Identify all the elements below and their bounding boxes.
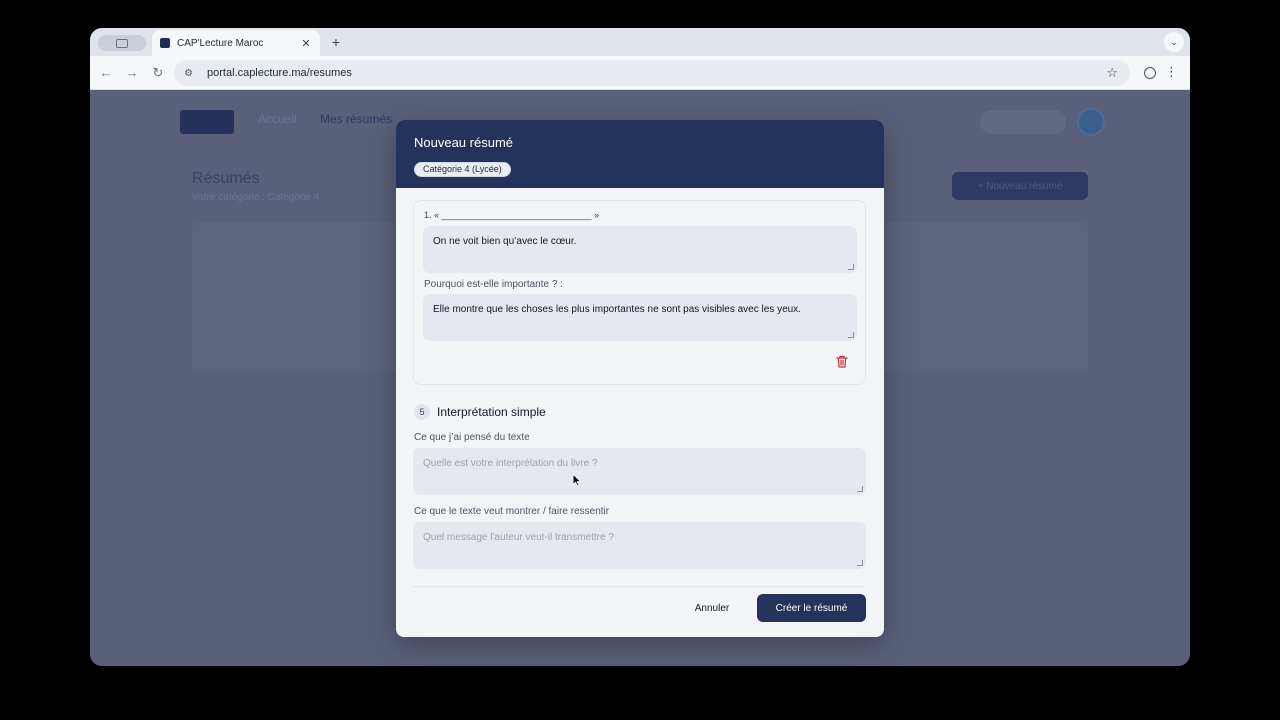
tab-title: CAP'Lecture Maroc	[177, 37, 264, 49]
modal-header: Nouveau résumé Catégorie 4 (Lycée)	[396, 120, 884, 188]
create-summary-button[interactable]: Créer le résumé	[757, 594, 866, 622]
bookmark-star-icon[interactable]: ☆	[1106, 65, 1118, 81]
avatar	[1077, 108, 1105, 136]
quote-label: 1. « ______________________________ »	[424, 210, 600, 220]
resize-handle-icon[interactable]	[857, 486, 863, 492]
interpretation-textarea[interactable]: Quelle est votre interprétation du livre…	[413, 448, 866, 495]
thoughts-label: Ce que j’ai pensé du texte	[414, 432, 530, 443]
message-placeholder: Quel message l'auteur veut-il transmettr…	[423, 532, 614, 543]
footer-divider	[413, 586, 866, 587]
tab-switcher-icon	[116, 38, 128, 48]
new-summary-button-bg: + Nouveau résumé	[952, 172, 1088, 200]
quote-text: On ne voit bien qu’avec le cœur.	[433, 236, 577, 247]
trash-icon[interactable]	[836, 355, 848, 368]
user-pill	[980, 110, 1066, 134]
site-logo	[180, 110, 234, 134]
resize-handle-icon[interactable]	[857, 560, 863, 566]
address-bar[interactable]: ⚙ portal.caplecture.ma/resumes	[174, 60, 1130, 86]
cancel-button[interactable]: Annuler	[680, 594, 744, 622]
tab-list-button[interactable]: ⌄	[1164, 32, 1184, 52]
page-title: Résumés	[192, 170, 260, 187]
back-icon[interactable]: ←	[98, 65, 114, 81]
new-summary-modal: Nouveau résumé Catégorie 4 (Lycée) 1. « …	[396, 120, 884, 637]
category-badge: Catégorie 4 (Lycée)	[414, 162, 511, 177]
section-title: Interprétation simple	[437, 405, 546, 419]
new-tab-button[interactable]: +	[328, 34, 344, 50]
browser-menu-icon[interactable]: ⋮	[1165, 64, 1178, 80]
close-icon[interactable]: ✕	[300, 37, 312, 50]
reload-icon[interactable]: ↻	[150, 65, 166, 81]
mouse-cursor-icon	[572, 473, 582, 487]
nav-home: Accueil	[258, 112, 297, 126]
resize-handle-icon[interactable]	[848, 332, 854, 338]
why-label: Pourquoi est-elle importante ? :	[424, 279, 563, 290]
modal-title: Nouveau résumé	[414, 135, 513, 150]
forward-icon[interactable]: →	[124, 65, 140, 81]
tab-search-button[interactable]	[98, 35, 146, 51]
quote-item-card: 1. « ______________________________ » On…	[413, 200, 866, 385]
message-label: Ce que le texte veut montrer / faire res…	[414, 506, 610, 517]
browser-toolbar: ← → ↻ ⚙ portal.caplecture.ma/resumes ☆ ⋮	[90, 56, 1190, 90]
page-subtitle: Votre catégorie : Catégorie 4	[192, 192, 320, 203]
section-number: 5	[414, 404, 430, 420]
interpretation-placeholder: Quelle est votre interprétation du livre…	[423, 458, 598, 469]
profile-icon[interactable]	[1144, 67, 1156, 79]
nav-my-summaries: Mes résumés	[320, 112, 393, 126]
tab-bar: CAP'Lecture Maroc ✕ + ⌄	[90, 28, 1190, 56]
why-text: Elle montre que les choses les plus impo…	[433, 304, 801, 315]
quote-textarea[interactable]: On ne voit bien qu’avec le cœur.	[423, 226, 857, 273]
url-text: portal.caplecture.ma/resumes	[207, 67, 352, 79]
why-textarea[interactable]: Elle montre que les choses les plus impo…	[423, 294, 857, 341]
message-textarea[interactable]: Quel message l'auteur veut-il transmettr…	[413, 522, 866, 569]
browser-tab[interactable]: CAP'Lecture Maroc ✕	[152, 30, 320, 56]
site-settings-icon[interactable]: ⚙	[184, 68, 198, 79]
resize-handle-icon[interactable]	[848, 264, 854, 270]
site-favicon-icon	[160, 38, 170, 48]
